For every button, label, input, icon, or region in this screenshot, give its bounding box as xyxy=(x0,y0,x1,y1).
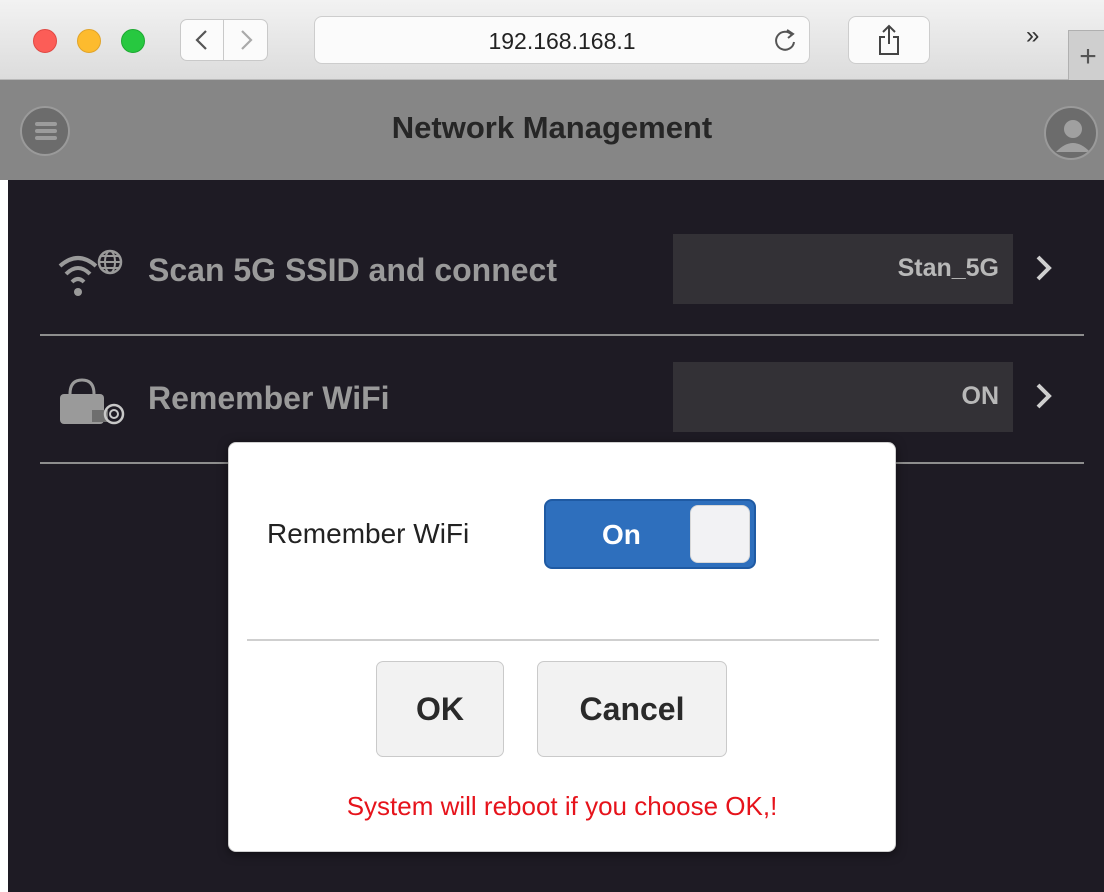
back-button[interactable] xyxy=(180,19,224,61)
cancel-button[interactable]: Cancel xyxy=(537,661,727,757)
remember-wifi-value: ON xyxy=(961,382,1000,410)
url-text: 192.168.168.1 xyxy=(488,28,636,54)
wifi-globe-icon xyxy=(58,249,123,296)
page-title: Network Management xyxy=(391,110,713,145)
remember-wifi-toggle[interactable]: On xyxy=(544,499,756,569)
settings-row-value[interactable]: ON xyxy=(673,362,1013,432)
zoom-window-button[interactable] xyxy=(121,29,145,53)
new-tab-button[interactable]: + xyxy=(1068,30,1104,80)
remember-wifi-dialog: Remember WiFi On OK Cancel System will r… xyxy=(228,442,896,852)
reboot-warning: System will reboot if you choose OK,! xyxy=(346,791,778,821)
toggle-knob[interactable] xyxy=(690,505,750,563)
settings-row-label: Remember WiFi xyxy=(148,380,390,416)
share-button[interactable] xyxy=(848,16,930,64)
toggle-state-text: On xyxy=(602,519,641,550)
app-header: Network Management xyxy=(0,80,1104,180)
minimize-window-button[interactable] xyxy=(77,29,101,53)
dialog-divider xyxy=(247,639,879,641)
chevron-right-icon[interactable] xyxy=(1034,380,1054,412)
wifi-lock-icon xyxy=(60,378,125,425)
forward-button[interactable] xyxy=(224,19,268,61)
chevron-right-icon xyxy=(240,30,253,50)
chevron-left-icon xyxy=(195,30,207,50)
user-icon[interactable] xyxy=(1044,106,1098,160)
settings-row-label: Scan 5G SSID and connect xyxy=(148,252,557,288)
settings-row-scan-5g[interactable]: Scan 5G SSID and connect Stan_5G xyxy=(40,208,1084,336)
ssid-value: Stan_5G xyxy=(897,254,999,282)
address-bar[interactable]: 192.168.168.1 xyxy=(314,16,810,64)
chevron-right-icon[interactable] xyxy=(1034,252,1054,284)
ok-button[interactable]: OK xyxy=(376,661,504,757)
browser-toolbar: 192.168.168.1 » + xyxy=(0,0,1104,80)
reload-icon[interactable] xyxy=(771,25,799,55)
share-icon xyxy=(879,24,899,55)
close-window-button[interactable] xyxy=(33,29,57,53)
settings-row-value[interactable]: Stan_5G xyxy=(673,234,1013,304)
toolbar-overflow-button[interactable]: » xyxy=(1026,22,1039,50)
dialog-label: Remember WiFi xyxy=(267,518,470,549)
